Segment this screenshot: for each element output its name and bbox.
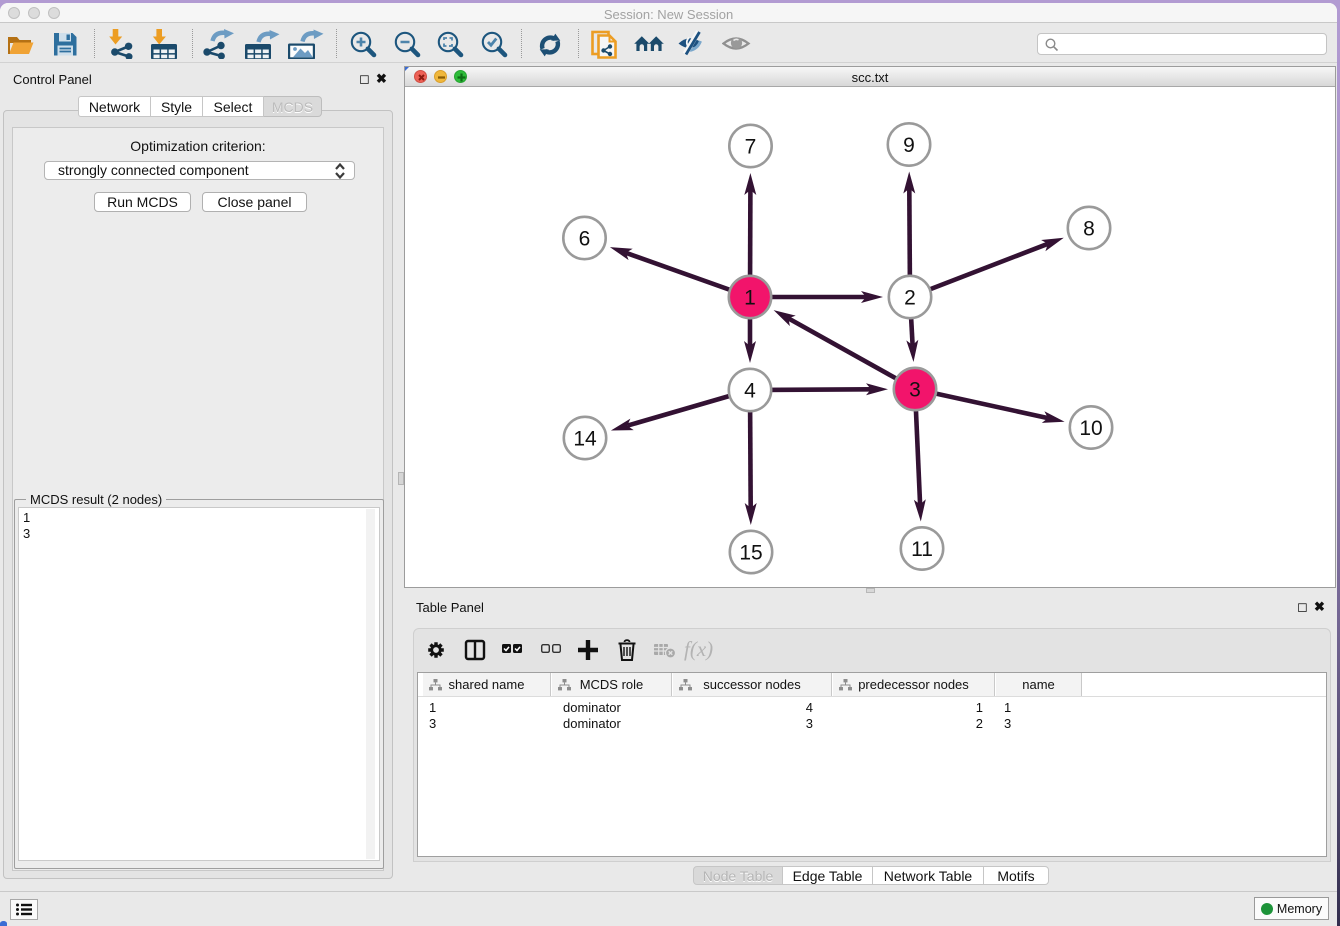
svg-text:15: 15 [739,542,762,565]
svg-text:10: 10 [1079,417,1102,440]
svg-text:11: 11 [911,538,933,561]
svg-text:6: 6 [579,228,591,251]
svg-text:8: 8 [1083,218,1095,241]
svg-text:3: 3 [909,379,921,402]
svg-text:14: 14 [573,428,597,451]
svg-text:1: 1 [744,287,756,310]
svg-text:7: 7 [745,136,757,159]
svg-text:4: 4 [744,380,756,403]
svg-text:2: 2 [904,287,916,310]
svg-text:f(x): f(x) [684,637,713,661]
svg-text:9: 9 [903,134,915,157]
